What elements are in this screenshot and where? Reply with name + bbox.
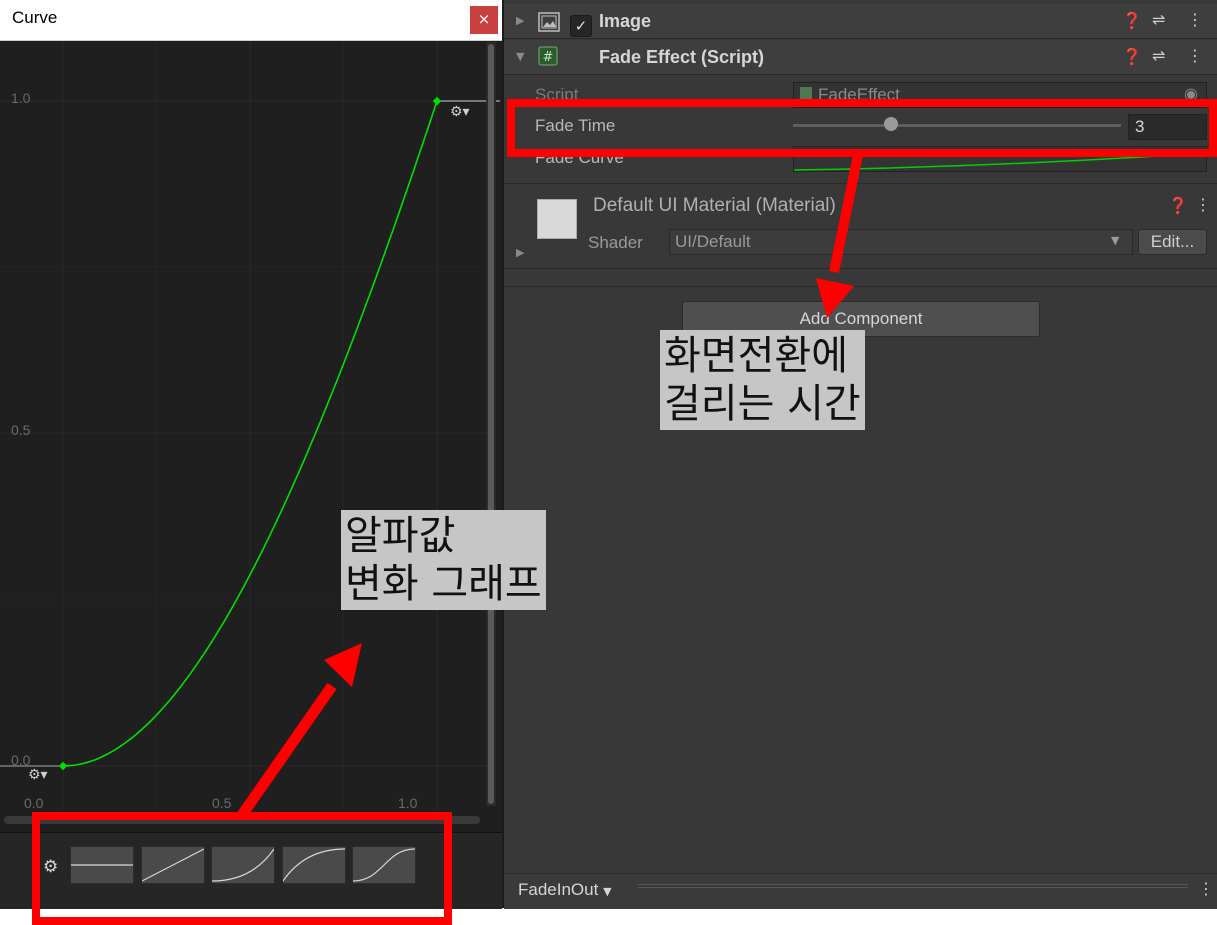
annotation-arrows bbox=[237, 153, 863, 819]
note-line: 걸리는 시간 bbox=[664, 381, 861, 427]
arrow-head bbox=[816, 278, 854, 318]
note-line: 알파값 bbox=[345, 513, 456, 559]
graph-annotation-note: 알파값 변화 그래프 bbox=[341, 510, 546, 610]
note-line: 화면전환에 bbox=[664, 333, 848, 379]
note-line: 변화 그래프 bbox=[345, 561, 542, 607]
arrow-head bbox=[324, 643, 362, 687]
time-annotation-note: 화면전환에 걸리는 시간 bbox=[660, 330, 865, 430]
